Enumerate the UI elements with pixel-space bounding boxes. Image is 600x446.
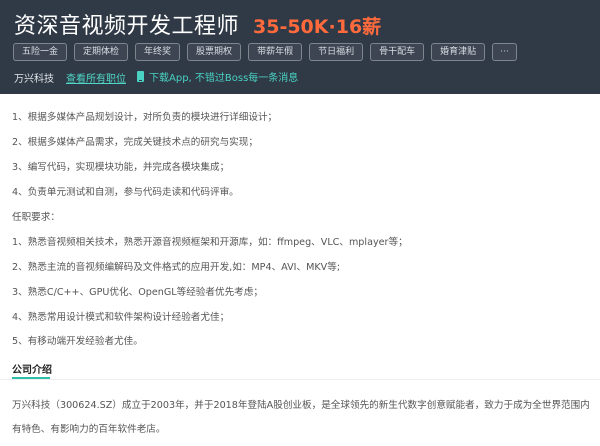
- requirements-heading: 任职要求：: [12, 212, 60, 223]
- benefit-tag: 节日福利: [309, 43, 364, 61]
- benefit-tag: 带薪年假: [248, 43, 303, 61]
- company-intro-text: 有特色、有影响力的百年软件老店。: [12, 424, 166, 435]
- description-line: 1、根据多媒体产品规划设计，对所负责的模块进行详细设计；: [12, 112, 278, 123]
- benefit-tag: 股票期权: [187, 43, 242, 61]
- description-line: 3、熟悉C/C++、GPU优化、OpenGL等经验者优先考虑；: [12, 287, 263, 298]
- download-app-link[interactable]: 下载App, 不错过Boss每一条消息: [137, 69, 298, 84]
- view-all-jobs-link[interactable]: 查看所有职位: [66, 70, 126, 85]
- benefit-tag: 五险一金: [13, 43, 68, 61]
- company-intro-text: 万兴科技（300624.SZ）成立于2003年，并于2018年登陆A股创业板，是…: [12, 400, 590, 411]
- job-header: 资深音视频开发工程师 35-50K·16薪 五险一金 定期体检 年终奖 股票期权…: [0, 0, 600, 94]
- more-tags-button[interactable]: ···: [492, 43, 517, 61]
- benefit-tag: 骨干配车: [370, 43, 425, 61]
- description-line: 1、熟悉音视频相关技术，熟悉开源音视频框架和开源库，如：ffmpeg、VLC、m…: [12, 237, 408, 248]
- description-line: 4、负责单元测试和自测，参与代码走读和代码评审。: [12, 187, 239, 198]
- company-intro-heading: 公司介绍: [12, 365, 52, 376]
- benefit-tag: 定期体检: [74, 43, 129, 61]
- benefit-tags: 五险一金 定期体检 年终奖 股票期权 带薪年假 节日福利 骨干配车 婚育津贴 ·…: [13, 43, 524, 61]
- company-row: 万兴科技 查看所有职位: [14, 70, 126, 85]
- description-line: 2、熟悉主流的音视频编解码及文件格式的应用开发,如：MP4、AVI、MKV等;: [12, 262, 341, 273]
- phone-icon: [137, 71, 144, 82]
- app-promo-text: 下载App, 不错过Boss每一条消息: [149, 73, 299, 84]
- description-line: 2、根据多媒体产品需求，完成关键技术点的研究与实现；: [12, 137, 258, 148]
- salary: 35-50K·16薪: [253, 16, 382, 38]
- description-line: 5、有移动端开发经验者尤佳。: [12, 336, 143, 347]
- section-divider: [0, 379, 600, 380]
- job-title: 资深音视频开发工程师: [14, 14, 240, 39]
- description-line: 4、熟悉常用设计模式和软件架构设计经验者尤佳；: [12, 312, 230, 323]
- company-name: 万兴科技: [14, 74, 54, 85]
- benefit-tag: 年终奖: [135, 43, 181, 61]
- title-row: 资深音视频开发工程师 35-50K·16薪: [14, 8, 381, 40]
- benefit-tag: 婚育津贴: [431, 43, 486, 61]
- description-line: 3、编写代码，实现模块功能，并完成各模块集成；: [12, 162, 230, 173]
